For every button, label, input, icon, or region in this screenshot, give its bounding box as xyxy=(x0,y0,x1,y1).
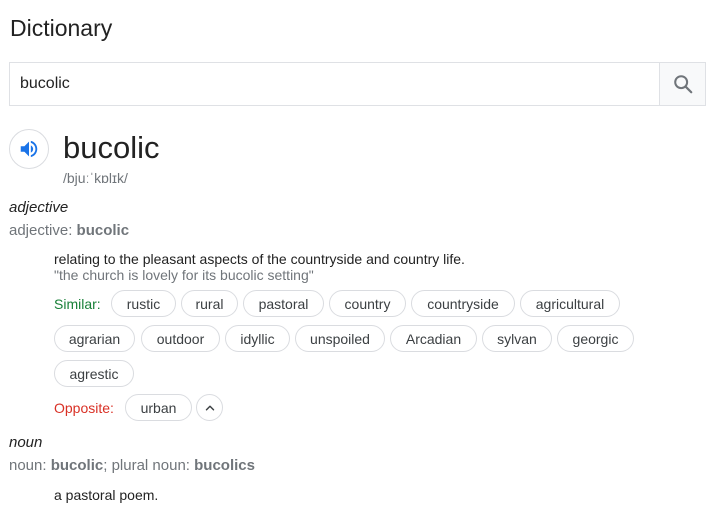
page-title: Dictionary xyxy=(10,15,113,41)
pos-line: noun: bucolic; plural noun: bucolics xyxy=(9,457,255,474)
plural-separator: ; plural noun: xyxy=(103,457,190,474)
speaker-icon xyxy=(20,140,38,158)
pronunciation-button[interactable] xyxy=(9,129,49,169)
synonym-chip[interactable]: country xyxy=(329,290,406,317)
pos-word: bucolic xyxy=(50,457,104,474)
pos-word: bucolic xyxy=(76,222,130,239)
synonym-chip[interactable]: agrestic xyxy=(54,360,134,387)
synonym-chip[interactable]: agricultural xyxy=(520,290,620,317)
synonym-chip[interactable]: outdoor xyxy=(141,325,220,352)
headword: bucolic xyxy=(63,130,160,165)
synonym-chip[interactable]: sylvan xyxy=(482,325,552,352)
part-of-speech: adjective xyxy=(9,199,69,216)
plural-word: bucolics xyxy=(194,457,255,474)
synonym-chip[interactable]: Arcadian xyxy=(390,325,477,352)
synonym-chip[interactable]: georgic xyxy=(557,325,634,352)
synonym-chip[interactable]: rustic xyxy=(111,290,176,317)
synonym-chip[interactable]: idyllic xyxy=(225,325,290,352)
part-of-speech: noun xyxy=(9,434,43,451)
antonym-chip[interactable]: urban xyxy=(125,394,192,421)
search-button[interactable] xyxy=(659,63,705,105)
opposite-label: Opposite: xyxy=(54,400,114,416)
pos-prefix: adjective: xyxy=(9,222,73,239)
synonym-chip[interactable]: unspoiled xyxy=(295,325,385,352)
search-input[interactable] xyxy=(10,63,659,105)
phonetic: /bjuːˈkɒlɪk/ xyxy=(63,170,128,186)
search-box xyxy=(9,62,706,106)
pos-line: adjective: bucolic xyxy=(9,222,129,239)
pos-prefix: noun: xyxy=(9,457,47,474)
collapse-button[interactable] xyxy=(196,394,223,421)
synonym-chip[interactable]: agrarian xyxy=(54,325,135,352)
example-sentence: "the church is lovely for its bucolic se… xyxy=(54,267,314,283)
definition: relating to the pleasant aspects of the … xyxy=(54,251,465,267)
definition: a pastoral poem. xyxy=(54,487,159,503)
synonym-chip[interactable]: countryside xyxy=(411,290,515,317)
synonym-chip[interactable]: pastoral xyxy=(243,290,324,317)
synonym-chip[interactable]: rural xyxy=(181,290,238,317)
chevron-up-icon xyxy=(205,405,214,410)
similar-label: Similar: xyxy=(54,296,101,312)
search-icon xyxy=(673,75,692,94)
